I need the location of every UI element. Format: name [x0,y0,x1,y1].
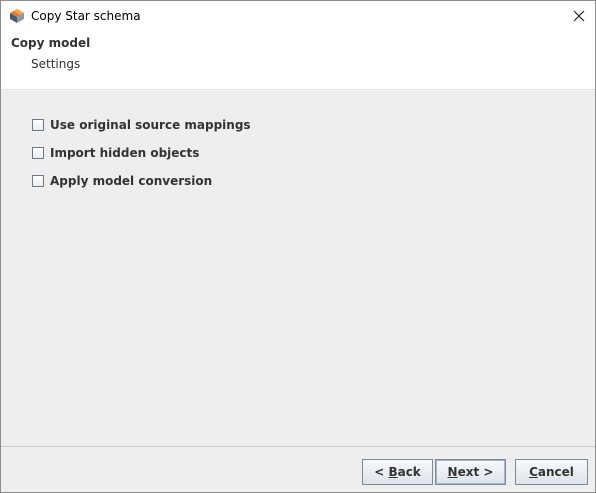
step-subtitle: Settings [31,57,81,71]
cancel-button[interactable]: Cancel [515,459,588,485]
back-button-prefix: < [374,465,389,479]
checkbox[interactable] [32,175,44,187]
close-icon [573,7,585,26]
window-title: Copy Star schema [31,9,141,23]
header-divider [1,89,595,91]
step-title: Copy model [11,36,91,50]
back-button-mnemonic: B [388,465,398,479]
option-label: Apply model conversion [50,174,213,188]
footer-divider [1,446,595,447]
next-button-mnemonic: N [447,465,458,479]
app-logo-icon [9,8,25,24]
checkbox[interactable] [32,119,44,131]
back-button-rest: ack [397,465,421,479]
dialog-window: Copy Star schema Copy model Settings Use… [0,0,596,493]
back-button[interactable]: < Back [362,459,433,485]
option-label: Import hidden objects [50,146,200,160]
title-bar: Copy Star schema [1,1,595,32]
close-button[interactable] [563,1,595,31]
cancel-button-mnemonic: C [529,465,538,479]
next-button[interactable]: Next > [435,459,506,485]
wizard-header: Copy model Settings [1,32,595,89]
option-label: Use original source mappings [50,118,251,132]
next-button-rest: ext > [457,465,494,479]
checkbox[interactable] [32,147,44,159]
cancel-button-rest: ancel [537,465,574,479]
